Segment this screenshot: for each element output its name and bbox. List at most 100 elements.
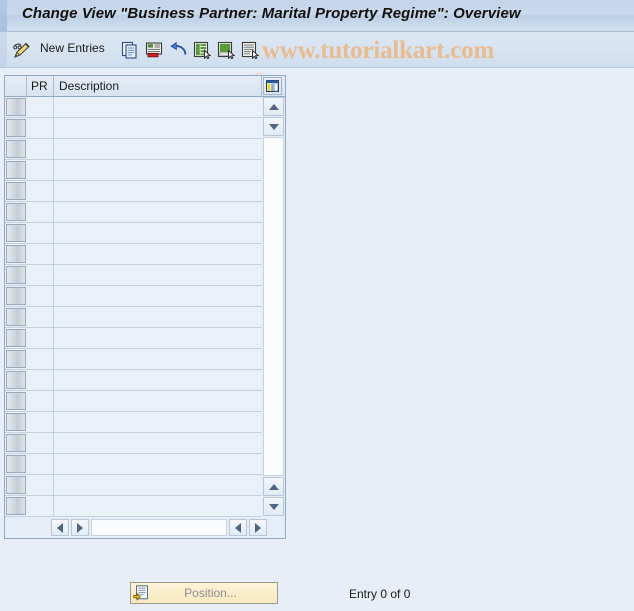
row-select-button[interactable]: [6, 308, 26, 326]
scroll-up-icon[interactable]: [263, 97, 284, 116]
cell-pr[interactable]: [27, 370, 54, 390]
cell-description[interactable]: [54, 433, 262, 453]
cell-pr[interactable]: [27, 286, 54, 306]
cell-pr[interactable]: [27, 118, 54, 138]
row-select-button[interactable]: [6, 119, 26, 137]
cell-pr[interactable]: [27, 412, 54, 432]
table-row[interactable]: [5, 244, 262, 265]
column-header-pr[interactable]: PR: [27, 76, 54, 96]
cell-pr[interactable]: [27, 454, 54, 474]
deselect-all-icon[interactable]: [216, 39, 236, 61]
table-row[interactable]: [5, 496, 262, 517]
row-select-button[interactable]: [6, 476, 26, 494]
cell-pr[interactable]: [27, 307, 54, 327]
cell-pr[interactable]: [27, 496, 54, 516]
pencil-icon[interactable]: [11, 39, 33, 61]
table-row[interactable]: [5, 433, 262, 454]
cell-description[interactable]: [54, 202, 262, 222]
cell-pr[interactable]: [27, 349, 54, 369]
row-select-button[interactable]: [6, 224, 26, 242]
cell-description[interactable]: [54, 349, 262, 369]
scroll-down-icon[interactable]: [263, 117, 284, 136]
table-row[interactable]: [5, 286, 262, 307]
row-select-button[interactable]: [6, 455, 26, 473]
row-select-button[interactable]: [6, 413, 26, 431]
cell-pr[interactable]: [27, 244, 54, 264]
table-row[interactable]: [5, 118, 262, 139]
table-row[interactable]: [5, 475, 262, 496]
column-header-description[interactable]: Description: [54, 76, 262, 96]
column-header-select[interactable]: [5, 76, 27, 96]
table-row[interactable]: [5, 160, 262, 181]
scroll-down-bottom-icon[interactable]: [263, 497, 284, 516]
table-row[interactable]: [5, 349, 262, 370]
cell-pr[interactable]: [27, 265, 54, 285]
table-vertical-scrollbar[interactable]: [262, 97, 285, 517]
cell-description[interactable]: [54, 328, 262, 348]
table-horizontal-scrollbar[interactable]: [5, 517, 285, 538]
cell-pr[interactable]: [27, 139, 54, 159]
select-block-icon[interactable]: [240, 39, 260, 61]
cell-pr[interactable]: [27, 181, 54, 201]
row-select-button[interactable]: [6, 350, 26, 368]
table-row[interactable]: [5, 202, 262, 223]
cell-pr[interactable]: [27, 223, 54, 243]
cell-description[interactable]: [54, 160, 262, 180]
row-select-button[interactable]: [6, 245, 26, 263]
scroll-up-bottom-icon[interactable]: [263, 477, 284, 496]
cell-description[interactable]: [54, 286, 262, 306]
table-row[interactable]: [5, 328, 262, 349]
table-row[interactable]: [5, 139, 262, 160]
cell-description[interactable]: [54, 244, 262, 264]
cell-pr[interactable]: [27, 160, 54, 180]
scroll-last-icon[interactable]: [249, 519, 267, 536]
undo-icon[interactable]: [168, 39, 188, 61]
row-select-button[interactable]: [6, 161, 26, 179]
table-row[interactable]: [5, 391, 262, 412]
select-all-icon[interactable]: [192, 39, 212, 61]
table-settings-icon[interactable]: [263, 77, 282, 95]
cell-description[interactable]: [54, 223, 262, 243]
cell-description[interactable]: [54, 454, 262, 474]
delete-icon[interactable]: [144, 39, 164, 61]
table-row[interactable]: [5, 181, 262, 202]
table-row[interactable]: [5, 412, 262, 433]
cell-pr[interactable]: [27, 391, 54, 411]
vertical-scroll-track[interactable]: [263, 137, 284, 476]
scroll-first-icon[interactable]: [51, 519, 69, 536]
cell-pr[interactable]: [27, 202, 54, 222]
row-select-button[interactable]: [6, 434, 26, 452]
cell-description[interactable]: [54, 412, 262, 432]
cell-description[interactable]: [54, 475, 262, 495]
cell-description[interactable]: [54, 496, 262, 516]
table-row[interactable]: [5, 223, 262, 244]
row-select-button[interactable]: [6, 392, 26, 410]
cell-description[interactable]: [54, 139, 262, 159]
table-row[interactable]: [5, 370, 262, 391]
cell-description[interactable]: [54, 265, 262, 285]
position-button[interactable]: Position...: [130, 582, 278, 604]
row-select-button[interactable]: [6, 287, 26, 305]
cell-description[interactable]: [54, 370, 262, 390]
copy-as-icon[interactable]: [120, 39, 140, 61]
cell-pr[interactable]: [27, 475, 54, 495]
row-select-button[interactable]: [6, 266, 26, 284]
table-row[interactable]: [5, 265, 262, 286]
cell-description[interactable]: [54, 97, 262, 117]
scroll-prev-icon[interactable]: [71, 519, 89, 536]
cell-description[interactable]: [54, 307, 262, 327]
row-select-button[interactable]: [6, 497, 26, 515]
cell-pr[interactable]: [27, 328, 54, 348]
table-row[interactable]: [5, 454, 262, 475]
cell-description[interactable]: [54, 391, 262, 411]
cell-description[interactable]: [54, 181, 262, 201]
row-select-button[interactable]: [6, 329, 26, 347]
table-row[interactable]: [5, 97, 262, 118]
horizontal-scroll-track[interactable]: [91, 519, 227, 536]
row-select-button[interactable]: [6, 203, 26, 221]
cell-pr[interactable]: [27, 97, 54, 117]
row-select-button[interactable]: [6, 140, 26, 158]
row-select-button[interactable]: [6, 371, 26, 389]
table-row[interactable]: [5, 307, 262, 328]
cell-pr[interactable]: [27, 433, 54, 453]
